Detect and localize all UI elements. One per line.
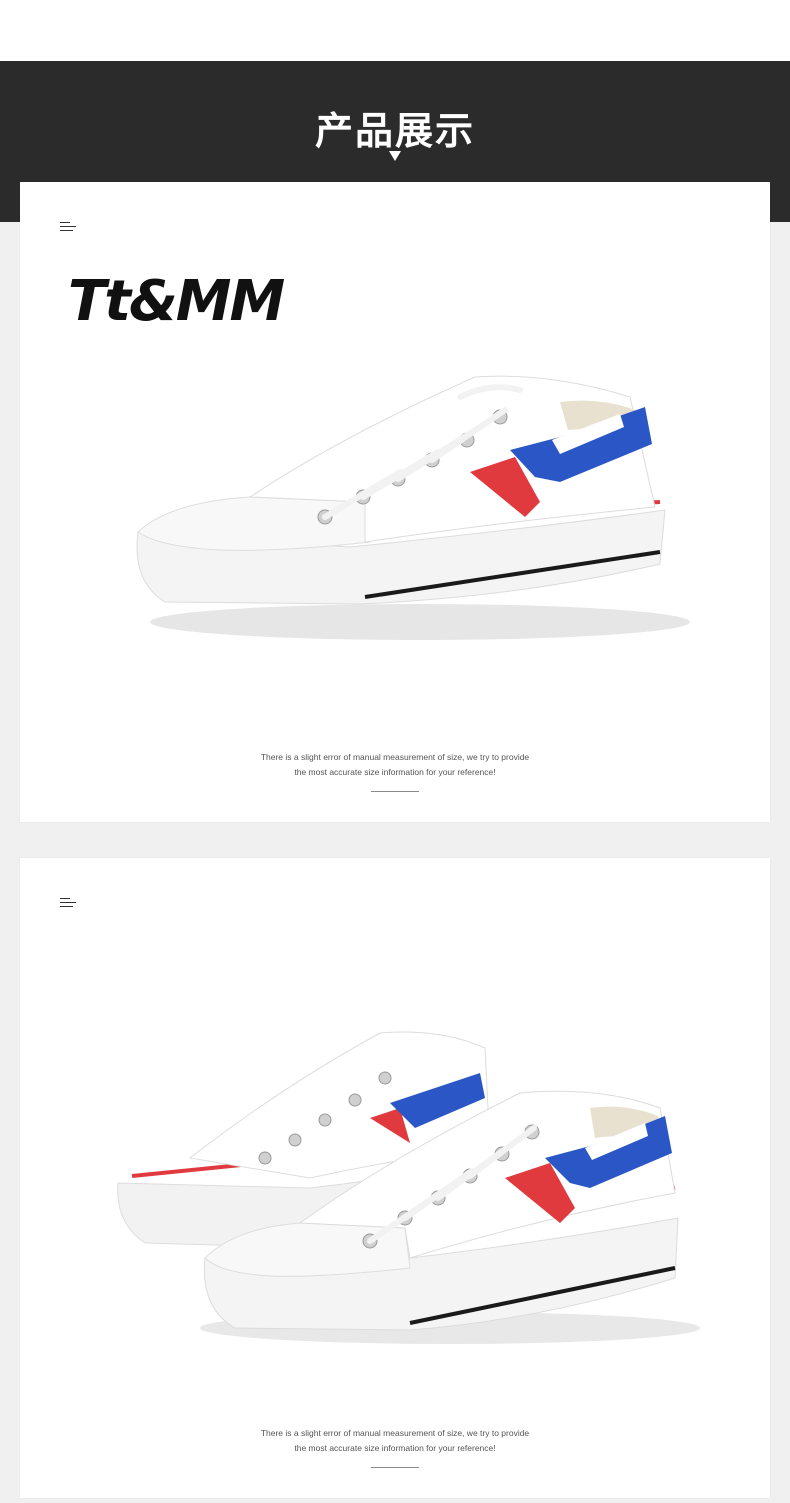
disclaimer-line-1: There is a slight error of manual measur… [260, 752, 530, 762]
size-disclaimer: There is a slight error of manual measur… [20, 1426, 770, 1456]
caret-down-icon [389, 151, 401, 161]
product-card-2: There is a slight error of manual measur… [20, 858, 770, 1498]
divider-line [371, 791, 419, 792]
size-disclaimer: There is a slight error of manual measur… [20, 750, 770, 780]
disclaimer-line-1: There is a slight error of manual measur… [260, 1428, 530, 1438]
top-spacer [0, 0, 790, 61]
sneaker-pair-image [117, 1031, 700, 1344]
sneaker-side-image [136, 375, 690, 640]
disclaimer-line-2: the most accurate size information for y… [294, 1443, 496, 1453]
section-title: 产品展示 [314, 109, 475, 153]
disclaimer-line-2: the most accurate size information for y… [294, 767, 496, 777]
divider-line [371, 1467, 419, 1468]
product-card-1: Tt&MM There is a slight error of manual … [20, 182, 770, 822]
